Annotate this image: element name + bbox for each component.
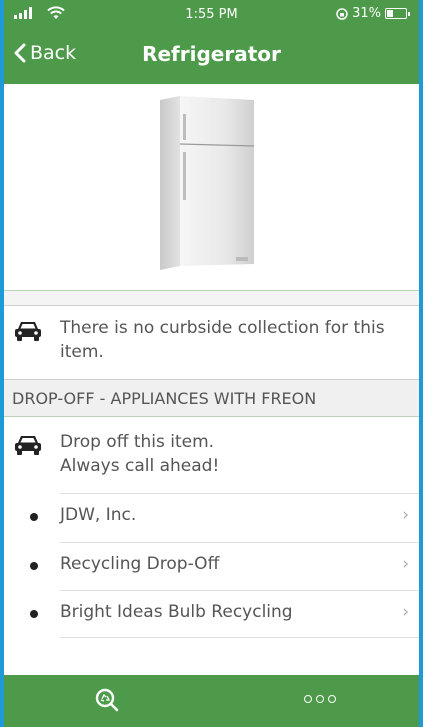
status-right: 31% xyxy=(336,6,410,21)
bullet-icon xyxy=(30,513,38,521)
battery-icon xyxy=(385,8,410,19)
page-title: Refrigerator xyxy=(142,42,281,66)
item-image-area xyxy=(4,84,419,290)
location-item-jdw[interactable]: JDW, Inc. › xyxy=(4,493,419,541)
dropoff-instruction-row: Drop off this item. Always call ahead! xyxy=(4,430,419,492)
location-name: JDW, Inc. xyxy=(60,505,137,525)
car-icon xyxy=(15,322,41,341)
location-item-bright-ideas[interactable]: Bright Ideas Bulb Recycling › xyxy=(4,590,419,638)
header: 1:55 PM 31% Back Refrigerator xyxy=(4,0,419,84)
location-item-recycling-drop-off[interactable]: Recycling Drop-Off › xyxy=(4,542,419,590)
list-divider xyxy=(60,590,419,591)
refrigerator-image xyxy=(160,96,255,270)
car-icon xyxy=(15,436,41,455)
bullet-icon xyxy=(30,562,38,570)
curbside-row: There is no curbside collection for this… xyxy=(4,316,419,376)
list-divider xyxy=(60,637,419,638)
battery-percent: 31% xyxy=(352,6,381,21)
list-divider xyxy=(60,493,419,494)
more-icon[interactable] xyxy=(304,695,336,703)
nav-bar: Back Refrigerator xyxy=(4,34,419,78)
app-frame: 1:55 PM 31% Back Refrigerator There is n… xyxy=(0,0,423,727)
section-divider xyxy=(4,290,419,306)
dropoff-instruction-text: Drop off this item. Always call ahead! xyxy=(60,432,220,476)
bullet-icon xyxy=(30,610,38,618)
location-name: Bright Ideas Bulb Recycling xyxy=(60,602,293,622)
chevron-right-icon: › xyxy=(402,602,409,622)
location-name: Recycling Drop-Off xyxy=(60,554,220,574)
chevron-right-icon: › xyxy=(402,505,409,525)
recycle-search-icon[interactable] xyxy=(94,687,120,713)
orientation-lock-icon xyxy=(336,7,348,20)
tab-bar xyxy=(4,675,419,727)
list-divider xyxy=(60,542,419,543)
dropoff-section-header: DROP-OFF - APPLIANCES WITH FREON xyxy=(4,379,419,417)
chevron-right-icon: › xyxy=(402,554,409,574)
curbside-text: There is no curbside collection for this… xyxy=(60,318,385,362)
status-bar: 1:55 PM 31% xyxy=(4,0,419,28)
